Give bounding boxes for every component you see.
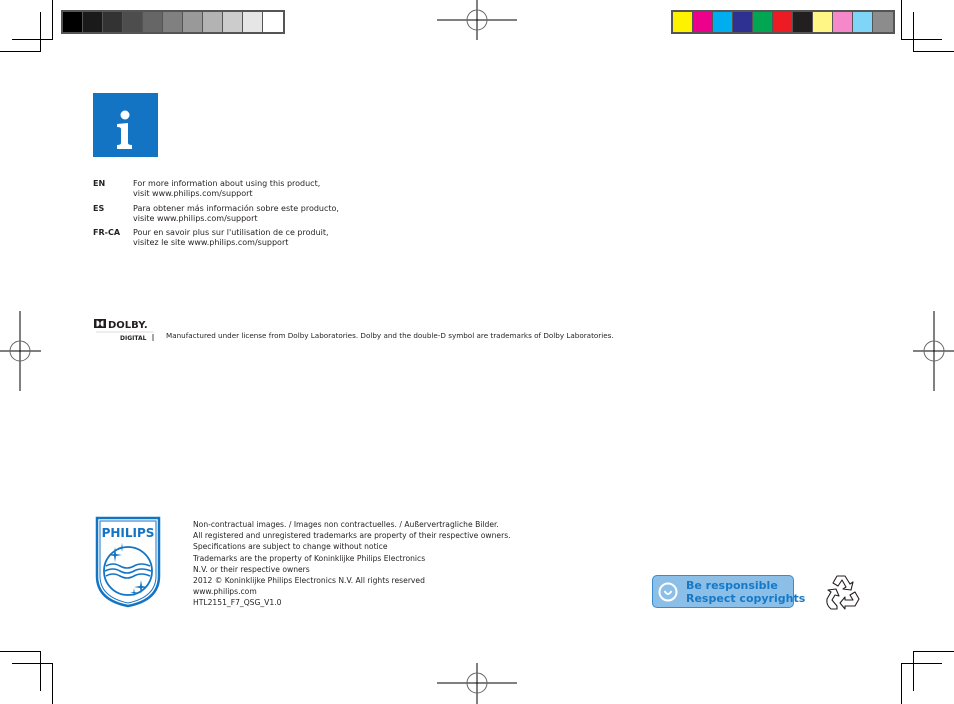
- process-swatch: [813, 12, 833, 32]
- svg-text:DIGITAL: DIGITAL: [120, 335, 147, 342]
- legal-line: All registered and unregistered trademar…: [193, 531, 511, 541]
- process-color-bar: [671, 10, 895, 34]
- smiley-icon: [658, 582, 678, 602]
- recycle-icon: [826, 575, 860, 610]
- legal-line: 2012 © Koninklijke Philips Electronics N…: [193, 576, 425, 586]
- support-text: Pour en savoir plus sur l'utilisation de…: [133, 228, 329, 247]
- process-swatch: [853, 12, 873, 32]
- support-text: Para obtener más información sobre este …: [133, 204, 339, 223]
- process-swatch: [833, 12, 853, 32]
- dolby-notice: Manufactured under license from Dolby La…: [166, 331, 614, 340]
- language-code: ES: [93, 204, 105, 213]
- registration-mark-top: [437, 0, 517, 40]
- legal-line: Trademarks are the property of Koninklij…: [193, 553, 426, 563]
- process-swatch: [713, 12, 733, 32]
- language-code: EN: [93, 179, 106, 188]
- language-code: FR-CA: [93, 228, 121, 237]
- grayscale-swatch: [163, 12, 183, 32]
- process-swatch: [733, 12, 753, 32]
- info-icon: [93, 93, 158, 157]
- grayscale-swatch: [243, 12, 263, 32]
- legal-line: N.V. or their respective owners: [193, 564, 310, 574]
- support-text: For more information about using this pr…: [133, 179, 321, 198]
- respect-copyrights-badge: Be responsible Respect copyrights: [652, 575, 805, 608]
- process-swatch: [693, 12, 713, 32]
- badge-line-1: Be responsible: [686, 579, 778, 592]
- grayscale-swatch: [103, 12, 123, 32]
- process-swatch: [753, 12, 773, 32]
- svg-text:PHILIPS: PHILIPS: [102, 526, 155, 540]
- badge-line-2: Respect copyrights: [686, 592, 806, 605]
- grayscale-swatch: [83, 12, 103, 32]
- grayscale-swatch: [143, 12, 163, 32]
- grayscale-swatch: [223, 12, 243, 32]
- legal-line: www.philips.com: [193, 587, 257, 597]
- process-swatch: [773, 12, 793, 32]
- dolby-digital-logo: DOLBY. DIGITAL: [94, 319, 154, 342]
- process-swatch: [873, 12, 893, 32]
- legal-notice: Non-contractual images. / Images non con…: [193, 519, 511, 609]
- legal-line: Specifications are subject to change wit…: [193, 542, 388, 552]
- registration-mark-bottom: [437, 663, 517, 704]
- process-swatch: [793, 12, 813, 32]
- grayscale-swatch: [203, 12, 223, 32]
- registration-mark-right: [913, 311, 954, 391]
- grayscale-swatch: [123, 12, 143, 32]
- legal-line: HTL2151_F7_QSG_V1.0: [193, 598, 282, 608]
- philips-shield-logo: PHILIPS: [95, 516, 161, 608]
- legal-line: Non-contractual images. / Images non con…: [193, 520, 499, 529]
- grayscale-swatch: [183, 12, 203, 32]
- grayscale-color-bar: [61, 10, 285, 34]
- process-swatch: [673, 12, 693, 32]
- registration-mark-left: [0, 311, 41, 391]
- svg-text:DOLBY.: DOLBY.: [108, 320, 148, 331]
- grayscale-swatch: [63, 12, 83, 32]
- grayscale-swatch: [263, 12, 283, 32]
